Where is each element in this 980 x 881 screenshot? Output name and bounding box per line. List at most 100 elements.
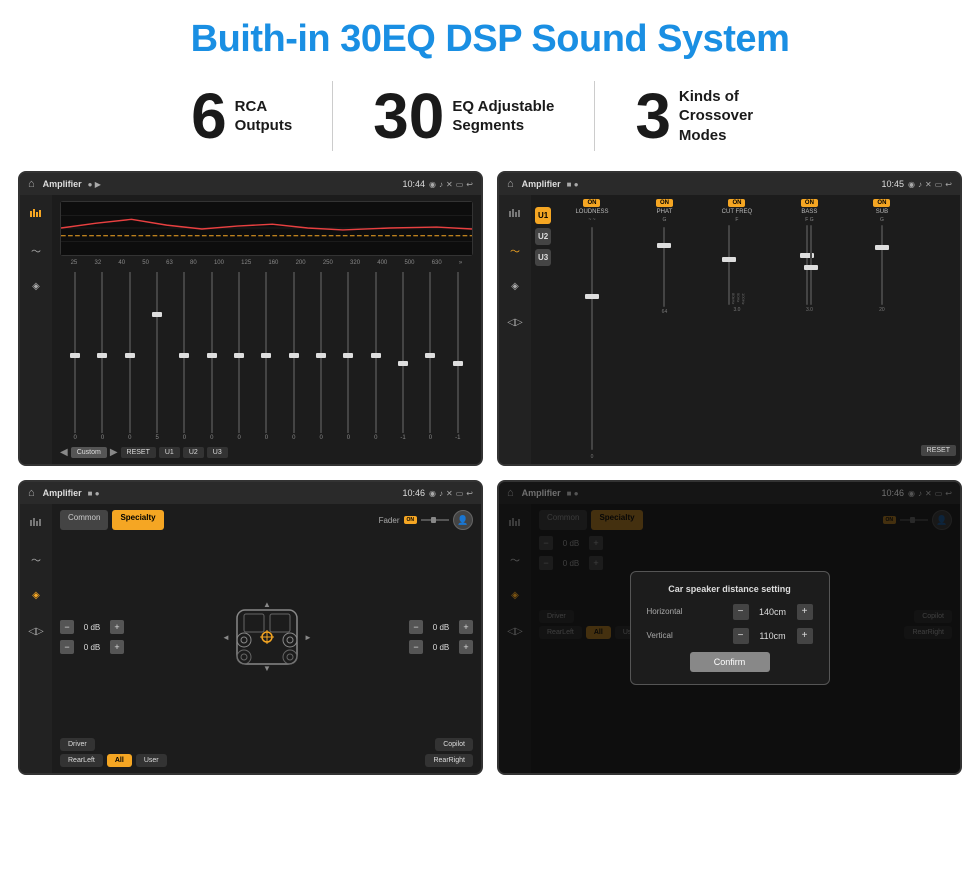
- eq-slider-0[interactable]: 0: [62, 272, 88, 441]
- preset-u3[interactable]: U3: [535, 249, 551, 266]
- eq-slider-9[interactable]: 0: [308, 272, 334, 441]
- tab-common[interactable]: Common: [60, 510, 108, 530]
- vol-rr-minus[interactable]: −: [409, 640, 423, 654]
- eq-slider-14[interactable]: -1: [445, 272, 471, 441]
- vol-rl-plus[interactable]: +: [110, 640, 124, 654]
- btn-all[interactable]: All: [107, 754, 132, 767]
- eq-prev[interactable]: ◀: [60, 447, 68, 458]
- dialog-horizontal-minus[interactable]: −: [733, 604, 749, 620]
- home-icon-tr[interactable]: ⌂: [507, 178, 514, 190]
- location-icon-bl: ◉: [429, 489, 436, 498]
- svg-text:►: ►: [304, 633, 312, 642]
- btn-driver[interactable]: Driver: [60, 738, 95, 751]
- screen-dialog: ⌂ Amplifier ■ ● 10:46 ◉ ♪ ✕ ▭ ↩: [497, 480, 962, 775]
- eq-u1-btn[interactable]: U1: [159, 447, 180, 458]
- sub-on[interactable]: ON: [873, 199, 890, 207]
- vol-fr: − 0 dB +: [409, 620, 473, 634]
- vol-rr: − 0 dB +: [409, 640, 473, 654]
- dialog-vertical-plus[interactable]: +: [797, 628, 813, 644]
- fader-label: Fader: [379, 516, 400, 525]
- eq-slider-3[interactable]: 5: [144, 272, 170, 441]
- status-icons-tr: ◉ ♪ ✕ ▭ ↩: [908, 180, 952, 189]
- dialog-vertical-val: 110cm: [753, 631, 793, 641]
- vol-fr-minus[interactable]: −: [409, 620, 423, 634]
- home-icon[interactable]: ⌂: [28, 178, 35, 190]
- screen-body-tl: 〜 ◈: [20, 195, 481, 464]
- eq-u3-btn[interactable]: U3: [207, 447, 228, 458]
- preset-u1[interactable]: U1: [535, 207, 551, 224]
- eq-slider-13[interactable]: 0: [417, 272, 443, 441]
- stat-rca: 6 RCA Outputs: [151, 84, 332, 148]
- speaker-icon-bl[interactable]: ◈: [25, 584, 47, 606]
- eq-slider-6[interactable]: 0: [226, 272, 252, 441]
- wave-icon[interactable]: 〜: [25, 239, 47, 261]
- svg-text:▲: ▲: [263, 602, 271, 609]
- eq-slider-7[interactable]: 0: [253, 272, 279, 441]
- phat-on[interactable]: ON: [656, 199, 673, 207]
- tab-specialty[interactable]: Specialty: [112, 510, 163, 530]
- eq-label-13: 500: [404, 260, 414, 266]
- car-diagram: ▲ ▼ ◄ ►: [132, 536, 401, 738]
- back-icon-tr[interactable]: ↩: [945, 180, 952, 189]
- stat-eq-number: 30: [373, 84, 444, 148]
- wave-icon-bl[interactable]: 〜: [25, 548, 47, 570]
- eq-custom-btn[interactable]: Custom: [71, 447, 107, 458]
- eq-slider-12[interactable]: -1: [390, 272, 416, 441]
- cutfreq-on[interactable]: ON: [728, 199, 745, 207]
- bass-on[interactable]: ON: [801, 199, 818, 207]
- channel-phat: ON PHAT G 64: [630, 199, 699, 460]
- eq-slider-11[interactable]: 0: [363, 272, 389, 441]
- channel-loudness: ON LOUDNESS ~ ~ 0: [557, 199, 626, 460]
- screen-fader: ⌂ Amplifier ■ ● 10:46 ◉ ♪ ✕ ▭ ↩: [18, 480, 483, 775]
- eq-reset-btn[interactable]: RESET: [121, 447, 156, 458]
- eq-slider-8[interactable]: 0: [281, 272, 307, 441]
- btn-rearleft[interactable]: RearLeft: [60, 754, 103, 767]
- status-time-tl: 10:44: [403, 179, 426, 189]
- crossover-icon-tr[interactable]: 〜: [504, 239, 526, 261]
- eq-next[interactable]: ▶: [110, 447, 118, 458]
- speaker-icon-tr[interactable]: ◈: [504, 275, 526, 297]
- back-icon-bl[interactable]: ↩: [466, 489, 473, 498]
- preset-u2[interactable]: U2: [535, 228, 551, 245]
- eq-u2-btn[interactable]: U2: [183, 447, 204, 458]
- eq-slider-1[interactable]: 0: [89, 272, 115, 441]
- screen-body-bl: 〜 ◈ ◁▷ Common Specialty Fader ON: [20, 504, 481, 773]
- vol-fl-plus[interactable]: +: [110, 620, 124, 634]
- eq-slider-10[interactable]: 0: [335, 272, 361, 441]
- amplifier-title-bl: Amplifier: [43, 488, 82, 498]
- vol-icon-tr[interactable]: ◁▷: [504, 311, 526, 333]
- profile-icon-bl[interactable]: 👤: [453, 510, 473, 530]
- dialog-vertical-minus[interactable]: −: [733, 628, 749, 644]
- expand-icon-bl[interactable]: ◁▷: [25, 620, 47, 642]
- loudness-slider[interactable]: [591, 227, 593, 450]
- vol-rr-plus[interactable]: +: [459, 640, 473, 654]
- eq-slider-4[interactable]: 0: [171, 272, 197, 441]
- btn-user[interactable]: User: [136, 754, 167, 767]
- status-dots-tr: ■ ●: [567, 180, 579, 189]
- eq-icon-tr[interactable]: [504, 203, 526, 225]
- speaker-icon[interactable]: ◈: [25, 275, 47, 297]
- reset-btn-tr[interactable]: RESET: [921, 445, 956, 456]
- vol-fr-val: 0 dB: [427, 623, 455, 632]
- svg-text:▼: ▼: [263, 664, 271, 672]
- eq-icon-bl[interactable]: [25, 512, 47, 534]
- fader-on-badge[interactable]: ON: [404, 516, 418, 524]
- vol-fl-minus[interactable]: −: [60, 620, 74, 634]
- dialog-horizontal-val: 140cm: [753, 607, 793, 617]
- vol-fr-plus[interactable]: +: [459, 620, 473, 634]
- dialog-horizontal-plus[interactable]: +: [797, 604, 813, 620]
- minimize-icon-tr: ▭: [935, 180, 943, 189]
- eq-slider-5[interactable]: 0: [199, 272, 225, 441]
- home-icon-bl[interactable]: ⌂: [28, 487, 35, 499]
- back-icon[interactable]: ↩: [466, 180, 473, 189]
- btn-copilot[interactable]: Copilot: [435, 738, 473, 751]
- dialog-confirm-button[interactable]: Confirm: [690, 652, 770, 672]
- cutfreq-name: CUT FREQ: [722, 209, 753, 215]
- loudness-on[interactable]: ON: [583, 199, 600, 207]
- eq-icon[interactable]: [25, 203, 47, 225]
- location-icon-tr: ◉: [908, 180, 915, 189]
- btn-rearright[interactable]: RearRight: [425, 754, 473, 767]
- vol-rl-minus[interactable]: −: [60, 640, 74, 654]
- eq-slider-2[interactable]: 0: [117, 272, 143, 441]
- stat-rca-number: 6: [191, 84, 227, 148]
